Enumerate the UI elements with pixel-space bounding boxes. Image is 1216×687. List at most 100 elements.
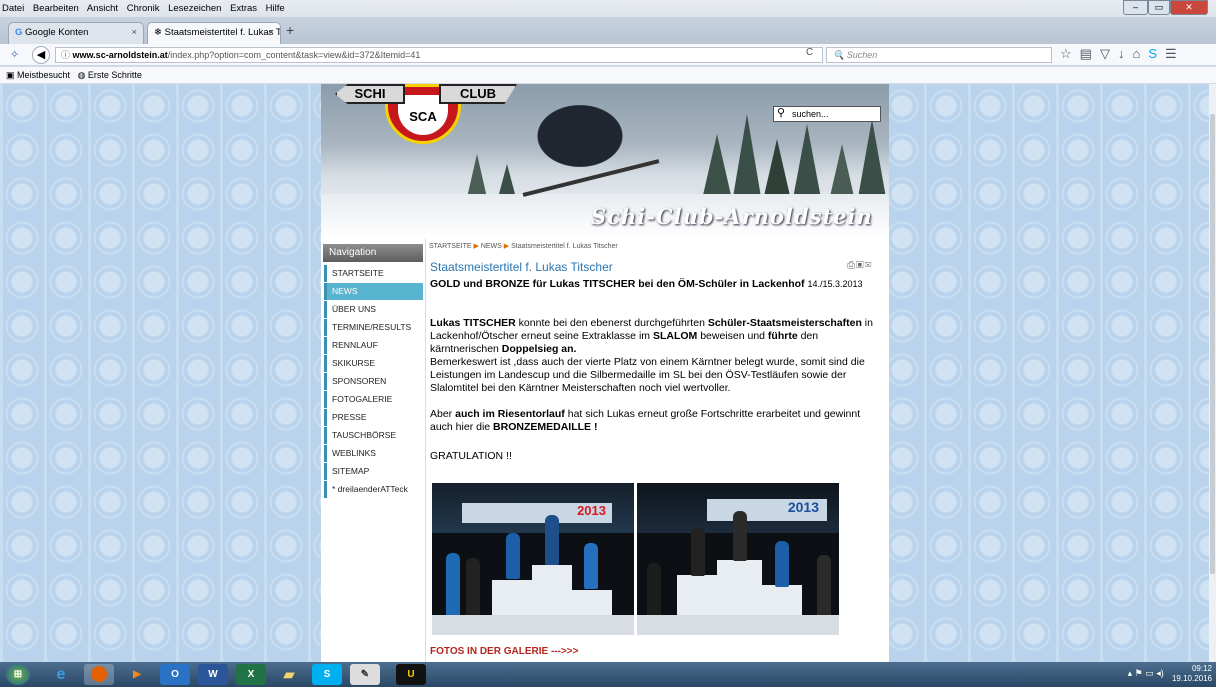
nav-item-sponsoren[interactable]: SPONSOREN (324, 373, 423, 390)
menu-icon[interactable]: ☰ (1165, 46, 1177, 61)
left-sidebar: Navigation STARTSEITE NEWS ÜBER UNS TERM… (321, 238, 425, 662)
nav-item-termine-results[interactable]: TERMINE/RESULTS (324, 319, 423, 336)
excel-icon[interactable]: X (236, 664, 266, 685)
home-icon[interactable]: ⌂ (1132, 46, 1140, 61)
menu-extras[interactable]: Extras (230, 3, 257, 14)
search-input[interactable]: 🔍 Suchen (826, 47, 1052, 63)
nav-item-news[interactable]: NEWS (324, 283, 423, 300)
start-button[interactable]: ⊞ (6, 664, 30, 685)
athlete-figure (545, 515, 559, 565)
bookmark-erste-schritte[interactable]: ◍ Erste Schritte (78, 70, 142, 80)
tab-google-konten[interactable]: G Google Konten × (8, 22, 144, 44)
menu-hilfe[interactable]: Hilfe (266, 3, 285, 14)
scrollbar-thumb[interactable] (1210, 114, 1215, 574)
back-button[interactable]: ◀ (32, 46, 50, 64)
breadcrumb-arrow-icon: ▶ (473, 243, 479, 250)
nav-item-startseite[interactable]: STARTSEITE (324, 265, 423, 282)
menu-chronik[interactable]: Chronik (127, 3, 160, 14)
text-bold: auch im Riesentorlauf (455, 408, 565, 420)
menu-ansicht[interactable]: Ansicht (87, 3, 118, 14)
logo-banner-left: SCHI (335, 84, 405, 104)
email-icon[interactable]: ✉ (865, 260, 873, 271)
skype-taskbar-icon[interactable]: S (312, 664, 342, 685)
article-subtitle: GOLD und BRONZE für Lukas TITSCHER bei d… (430, 278, 880, 290)
text: beweisen und (697, 330, 768, 342)
nav-item-tauschboerse[interactable]: TAUSCHBÖRSE (324, 427, 423, 444)
tab-staatsmeistertitel[interactable]: ❄ Staatsmeistertitel f. Lukas T... × (147, 22, 281, 44)
menu-datei[interactable]: Datei (2, 3, 24, 14)
print-icon[interactable]: ▣ (856, 260, 865, 271)
breadcrumb-startseite[interactable]: STARTSEITE (429, 243, 472, 250)
close-tab-icon[interactable]: × (131, 23, 137, 43)
windows-taskbar: ⊞ e ▶ O W X ▰ S ✎ U ▴ ⚑ ▭ ◂) 09:12 19.10… (0, 662, 1216, 687)
image-editor-icon[interactable]: ✎ (350, 664, 380, 685)
gallery-link[interactable]: FOTOS IN DER GALERIE --->>> (430, 646, 578, 657)
media-player-icon[interactable]: ▶ (122, 664, 152, 685)
person-figure (466, 558, 480, 623)
text-bold: führte (767, 330, 798, 342)
menu-bearbeiten[interactable]: Bearbeiten (33, 3, 79, 14)
bookmark-label: Erste Schritte (87, 70, 142, 80)
athlete-figure (506, 533, 520, 579)
close-window-button[interactable]: ✕ (1170, 0, 1208, 15)
athlete-figure (691, 528, 705, 576)
ultra-app-icon[interactable]: U (396, 664, 426, 685)
reading-list-icon[interactable]: ▤ (1080, 46, 1092, 61)
nav-item-dreilaendereck[interactable]: * dreilaenderATTeck (324, 481, 423, 498)
breadcrumb-arrow-icon: ▶ (503, 243, 510, 250)
article-title: Staatsmeistertitel f. Lukas Titscher (430, 260, 613, 274)
pocket-icon[interactable]: ▽ (1100, 46, 1110, 61)
podium-photo-1[interactable]: 2013 (432, 483, 634, 635)
bookmark-star-icon[interactable]: ☆ (1060, 46, 1072, 61)
new-tab-button[interactable]: + (286, 22, 294, 38)
minimize-button[interactable]: – (1123, 0, 1148, 15)
page-background: SCA SCHI CLUB ⚲ suchen... Schi-Club-Arnol… (0, 84, 1209, 662)
site-search-placeholder: suchen... (792, 109, 829, 119)
text: konnte bei den ebenerst durchgeführten (515, 317, 708, 329)
text: Aber (430, 408, 456, 420)
download-icon[interactable]: ↓ (1118, 46, 1125, 61)
breadcrumb-news[interactable]: NEWS (481, 243, 502, 250)
system-tray: ▴ ⚑ ▭ ◂) 09:12 19.10.2016 (1128, 664, 1212, 684)
nav-item-sitemap[interactable]: SITEMAP (324, 463, 423, 480)
site-search-input[interactable]: ⚲ suchen... (773, 106, 881, 122)
page-scrollbar[interactable] (1209, 84, 1216, 662)
nav-item-weblinks[interactable]: WEBLINKS (324, 445, 423, 462)
maximize-button[interactable]: ▭ (1148, 0, 1170, 15)
menu-lesezeichen[interactable]: Lesezeichen (168, 3, 221, 14)
article-date: 14./15.3.2013 (807, 279, 863, 289)
paragraph-2: Bemerkeswert ist ,dass auch der vierte P… (430, 356, 865, 394)
site-favicon-icon: ❄ (154, 27, 162, 38)
nav-item-fotogalerie[interactable]: FOTOGALERIE (324, 391, 423, 408)
close-tab-icon[interactable]: × (268, 23, 274, 43)
nav-item-presse[interactable]: PRESSE (324, 409, 423, 426)
subtitle-text: GOLD und BRONZE für Lukas TITSCHER bei d… (430, 278, 805, 290)
pdf-icon[interactable]: ⎙ (847, 260, 856, 271)
skype-icon[interactable]: S (1148, 46, 1157, 61)
search-placeholder: Suchen (846, 50, 878, 60)
tray-icons[interactable]: ▴ ⚑ ▭ ◂) (1128, 668, 1164, 678)
text-bold: Lukas TITSCHER (430, 317, 516, 329)
internet-explorer-icon[interactable]: e (46, 664, 76, 685)
url-path: /index.php?option=com_content&task=view&… (167, 50, 421, 60)
file-explorer-icon[interactable]: ▰ (274, 664, 304, 685)
word-icon[interactable]: W (198, 664, 228, 685)
paragraph-1: Lukas TITSCHER konnte bei den ebenerst d… (430, 317, 884, 356)
skier-image (536, 104, 646, 184)
addon-icon[interactable]: ✧ (10, 48, 19, 61)
text-bold: Schüler-Staatsmeisterschaften (707, 317, 862, 329)
athlete-figure (775, 541, 789, 587)
main-content: STARTSEITE ▶ NEWS ▶ Staatsmeistertitel f… (425, 238, 889, 662)
bookmark-meistbesucht[interactable]: ▣ Meistbesucht (6, 70, 70, 80)
tab-label: Staatsmeistertitel f. Lukas T... (164, 27, 281, 38)
nav-item-skikurse[interactable]: SKIKURSE (324, 355, 423, 372)
firefox-icon[interactable] (84, 664, 114, 685)
url-bar[interactable]: ⓘ www.sc-arnoldstein.at/index.php?option… (55, 47, 823, 63)
search-icon: ⚲ (777, 107, 786, 119)
nav-item-ueber-uns[interactable]: ÜBER UNS (324, 301, 423, 318)
window-controls: – ▭ ✕ (1123, 0, 1208, 17)
nav-item-rennlauf[interactable]: RENNLAUF (324, 337, 423, 354)
reload-icon[interactable]: C (806, 47, 813, 58)
outlook-icon[interactable]: O (160, 664, 190, 685)
podium-photo-2[interactable]: 2013 (637, 483, 839, 635)
